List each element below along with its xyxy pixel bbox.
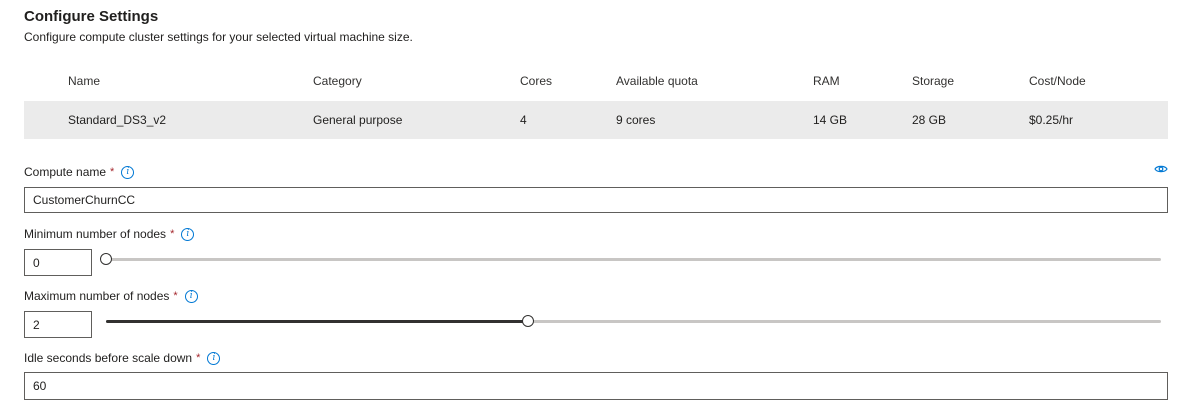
eye-icon-svg	[1154, 165, 1168, 173]
max-nodes-label-text: Maximum number of nodes	[24, 289, 170, 303]
min-nodes-label: Minimum number of nodes * i	[24, 226, 195, 242]
slider-track	[106, 258, 1161, 261]
column-header-cost: Cost/Node	[1029, 74, 1086, 88]
cell-storage: 28 GB	[912, 113, 947, 127]
info-icon[interactable]: i	[181, 227, 195, 241]
cell-name: Standard_DS3_v2	[68, 113, 167, 127]
page-title: Configure Settings	[24, 8, 159, 25]
min-nodes-slider[interactable]	[100, 252, 1161, 268]
info-icon[interactable]: i	[121, 165, 135, 179]
column-header-storage: Storage	[912, 74, 955, 88]
idle-seconds-label: Idle seconds before scale down * i	[24, 350, 221, 366]
compute-name-input[interactable]	[24, 187, 1168, 213]
slider-fill	[106, 320, 528, 323]
slider-thumb[interactable]	[100, 253, 112, 265]
vm-table-header: Name Category Cores Available quota RAM …	[24, 62, 1168, 100]
column-header-name: Name	[68, 74, 101, 88]
compute-name-label-text: Compute name	[24, 165, 107, 179]
required-marker: *	[196, 352, 201, 364]
idle-seconds-input[interactable]	[24, 372, 1168, 400]
max-nodes-label: Maximum number of nodes * i	[24, 288, 198, 304]
min-nodes-label-text: Minimum number of nodes	[24, 227, 167, 241]
min-nodes-input[interactable]	[24, 249, 92, 276]
max-nodes-slider[interactable]	[106, 314, 1161, 330]
eye-icon[interactable]	[1154, 163, 1168, 177]
required-marker: *	[110, 166, 115, 178]
column-header-category: Category	[313, 74, 362, 88]
compute-name-label: Compute name * i	[24, 164, 135, 180]
cell-cost: $0.25/hr	[1029, 113, 1074, 127]
cell-category: General purpose	[313, 113, 403, 127]
max-nodes-input[interactable]	[24, 311, 92, 338]
page-subtitle: Configure compute cluster settings for y…	[24, 30, 413, 44]
table-row[interactable]: Standard_DS3_v2 General purpose 4 9 core…	[24, 101, 1168, 139]
cell-cores: 4	[520, 113, 527, 127]
column-header-cores: Cores	[520, 74, 553, 88]
required-marker: *	[170, 228, 175, 240]
info-icon[interactable]: i	[184, 289, 198, 303]
idle-seconds-label-text: Idle seconds before scale down	[24, 351, 193, 365]
info-icon[interactable]: i	[207, 351, 221, 365]
cell-ram: 14 GB	[813, 113, 848, 127]
required-marker: *	[173, 290, 178, 302]
slider-thumb[interactable]	[522, 315, 534, 327]
cell-available-quota: 9 cores	[616, 113, 656, 127]
column-header-available-quota: Available quota	[616, 74, 698, 88]
column-header-ram: RAM	[813, 74, 840, 88]
